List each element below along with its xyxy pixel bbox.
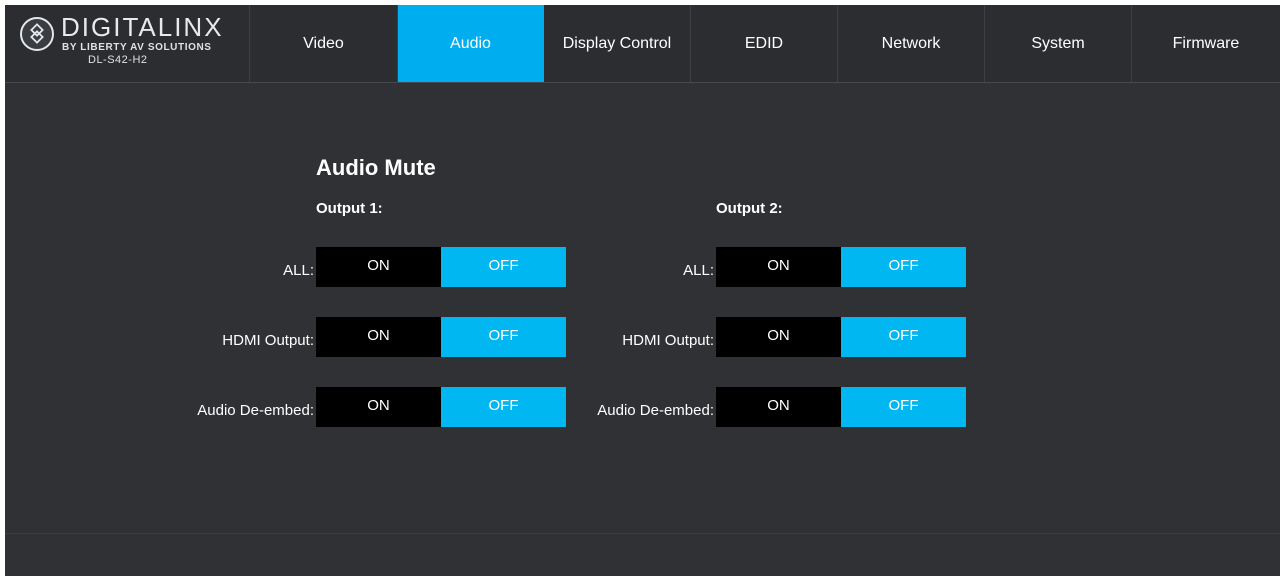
output-2-all-off-button[interactable]: OFF bbox=[841, 247, 966, 287]
footer-divider bbox=[5, 533, 1280, 534]
output-1-audio-de-embed-label: Audio De-embed: bbox=[197, 402, 314, 419]
brand-tagline: BY LIBERTY AV SOLUTIONS bbox=[62, 42, 212, 53]
top-navigation-bar: DIGITALINX BY LIBERTY AV SOLUTIONS DL-S4… bbox=[5, 5, 1280, 83]
output-2-all-toggle: ON OFF bbox=[716, 247, 966, 287]
section-title-audio-mute: Audio Mute bbox=[316, 155, 436, 180]
app-window: DIGITALINX BY LIBERTY AV SOLUTIONS DL-S4… bbox=[5, 5, 1280, 576]
tab-video[interactable]: Video bbox=[250, 5, 398, 82]
output-1-hdmi-output-label: HDMI Output: bbox=[222, 332, 314, 349]
tab-audio[interactable]: Audio bbox=[398, 5, 544, 82]
output-1-all-label: ALL: bbox=[283, 262, 314, 279]
tab-display-control[interactable]: Display Control bbox=[544, 5, 691, 82]
output-2-all-label: ALL: bbox=[683, 262, 714, 279]
output-1-audio-de-embed-on-button[interactable]: ON bbox=[316, 387, 441, 427]
output-2-all-on-button[interactable]: ON bbox=[716, 247, 841, 287]
output-2-audio-de-embed-toggle: ON OFF bbox=[716, 387, 966, 427]
tab-network[interactable]: Network bbox=[838, 5, 985, 82]
diamond-logo-icon bbox=[20, 17, 54, 51]
brand-logo[interactable]: DIGITALINX BY LIBERTY AV SOLUTIONS DL-S4… bbox=[5, 5, 250, 82]
output-1-hdmi-output-on-button[interactable]: ON bbox=[316, 317, 441, 357]
output-2-hdmi-output-off-button[interactable]: OFF bbox=[841, 317, 966, 357]
output-2-hdmi-output-toggle: ON OFF bbox=[716, 317, 966, 357]
output-2-audio-de-embed-on-button[interactable]: ON bbox=[716, 387, 841, 427]
output-1-title: Output 1: bbox=[316, 200, 383, 217]
output-2-hdmi-output-label: HDMI Output: bbox=[622, 332, 714, 349]
output-1-all-on-button[interactable]: ON bbox=[316, 247, 441, 287]
device-model: DL-S42-H2 bbox=[88, 54, 148, 66]
output-2-audio-de-embed-off-button[interactable]: OFF bbox=[841, 387, 966, 427]
output-2-title: Output 2: bbox=[716, 200, 783, 217]
tab-firmware[interactable]: Firmware bbox=[1132, 5, 1280, 82]
tab-edid[interactable]: EDID bbox=[691, 5, 838, 82]
brand-name: DIGITALINX bbox=[61, 12, 224, 42]
tab-system[interactable]: System bbox=[985, 5, 1132, 82]
output-2-audio-de-embed-label: Audio De-embed: bbox=[597, 402, 714, 419]
output-2-hdmi-output-on-button[interactable]: ON bbox=[716, 317, 841, 357]
